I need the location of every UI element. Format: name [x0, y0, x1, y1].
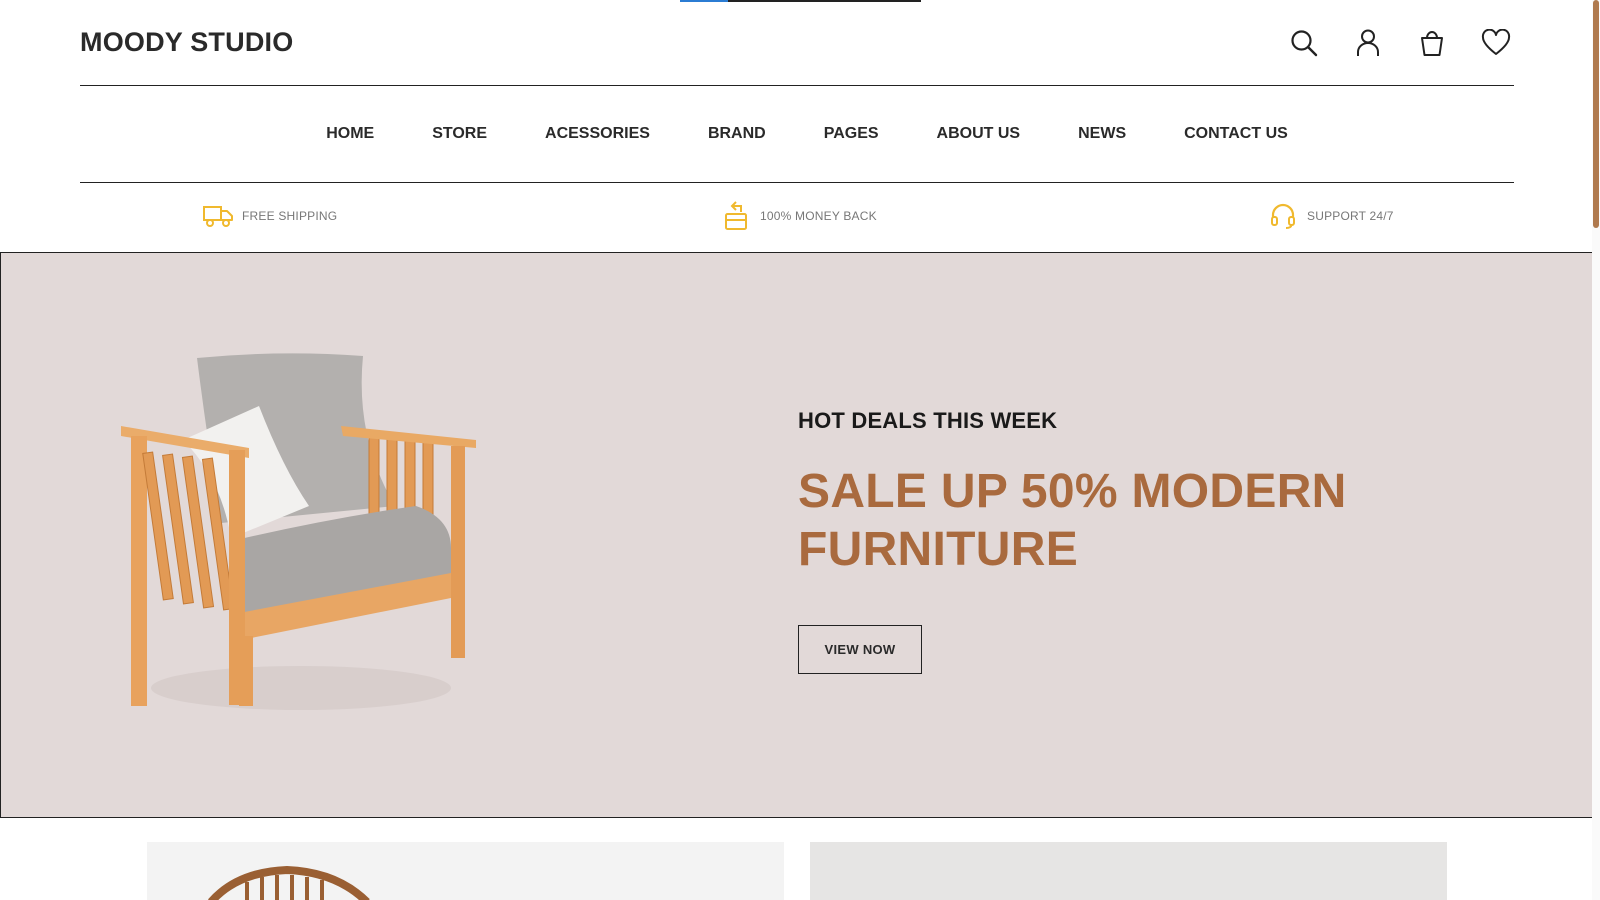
headset-icon: [1267, 200, 1299, 232]
nav-item-pages[interactable]: PAGES: [795, 125, 908, 143]
search-icon[interactable]: [1286, 25, 1322, 61]
feature-label: FREE SHIPPING: [242, 209, 338, 223]
feature-money-back: 100% MONEY BACK: [720, 200, 877, 232]
site-logo[interactable]: MOODY STUDIO: [80, 27, 293, 58]
feature-support: SUPPORT 24/7: [1267, 200, 1394, 232]
nav-item-store[interactable]: STORE: [403, 125, 516, 143]
nav-item-accessories[interactable]: ACESSORIES: [516, 125, 679, 143]
hero-title-line-2: FURNITURE: [798, 523, 1079, 576]
product-card-right[interactable]: [810, 842, 1447, 900]
main-nav: HOME STORE ACESSORIES BRAND PAGES ABOUT …: [80, 86, 1514, 183]
hero-banner: HOT DEALS THIS WEEK SALE UP 50% MODERN F…: [0, 252, 1594, 818]
feature-label: SUPPORT 24/7: [1307, 209, 1394, 223]
money-back-icon: [720, 200, 752, 232]
nav-item-brand[interactable]: BRAND: [679, 125, 795, 143]
hero-title-line-1: SALE UP 50% MODERN: [798, 465, 1347, 518]
armchair-image: [111, 348, 486, 723]
nav-item-home[interactable]: HOME: [297, 125, 403, 143]
heart-icon[interactable]: [1478, 25, 1514, 61]
nav-item-about-us[interactable]: ABOUT US: [908, 125, 1050, 143]
view-now-button[interactable]: VIEW NOW: [798, 625, 922, 674]
features-bar: FREE SHIPPING 100% MONEY BACK SUPPORT 24…: [80, 200, 1514, 236]
round-chair-image: [207, 865, 370, 900]
feature-free-shipping: FREE SHIPPING: [202, 200, 337, 232]
page-scrollbar[interactable]: [1592, 0, 1600, 900]
hero-title: SALE UP 50% MODERN FURNITURE: [798, 463, 1347, 579]
nav-item-contact-us[interactable]: CONTACT US: [1155, 125, 1317, 143]
user-icon[interactable]: [1350, 25, 1386, 61]
product-card-left[interactable]: [147, 842, 784, 900]
hero-kicker: HOT DEALS THIS WEEK: [798, 408, 1058, 433]
hero-text: HOT DEALS THIS WEEK SALE UP 50% MODERN F…: [798, 408, 1347, 674]
nav-item-news[interactable]: NEWS: [1049, 125, 1155, 143]
scrollbar-thumb[interactable]: [1593, 0, 1599, 228]
truck-icon: [202, 200, 234, 232]
shopping-bag-icon[interactable]: [1414, 25, 1450, 61]
feature-label: 100% MONEY BACK: [760, 209, 877, 223]
header-icons: [1286, 25, 1514, 61]
site-header: MOODY STUDIO: [80, 0, 1514, 86]
